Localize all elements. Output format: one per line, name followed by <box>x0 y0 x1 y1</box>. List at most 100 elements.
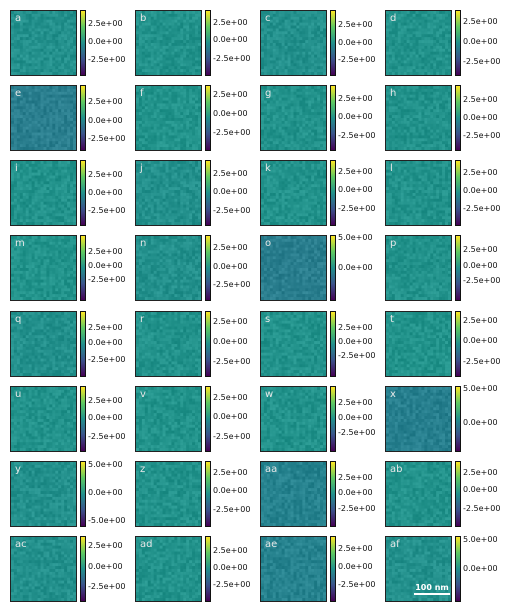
scale-bar: 100 nm <box>414 583 450 595</box>
panel-label: x <box>390 389 396 400</box>
colorbar-tick-label: -2.5e+00 <box>338 130 376 140</box>
colorbar-tick-label: -2.5e+00 <box>88 205 126 215</box>
colorbar <box>455 386 461 452</box>
colorbar-tick-label: -2.5e+00 <box>213 504 251 514</box>
colorbar-tick-label: 2.5e+00 <box>338 472 373 482</box>
panel-label: ab <box>390 464 403 475</box>
panel-e: e 2.5e+00 0.0e+00 -2.5e+00 <box>0 75 125 151</box>
panel-aa: aa 2.5e+00 0.0e+00 -2.5e+00 <box>250 451 375 527</box>
colorbar-tick-label: 0.0e+00 <box>213 262 248 271</box>
colorbar <box>205 536 211 602</box>
image-noise <box>386 161 451 225</box>
colorbar-tick-label: 0.0e+00 <box>88 115 123 125</box>
panel-image: h <box>385 85 452 151</box>
colorbar-tick-label: -2.5e+00 <box>213 580 251 590</box>
colorbar <box>330 160 336 226</box>
colorbar-tick-label: 0.0e+00 <box>213 336 248 346</box>
colorbar-tick-label: 0.0e+00 <box>463 260 498 270</box>
panel-image: n <box>135 235 202 301</box>
panel-label: s <box>265 314 271 325</box>
colorbar-tick-label: 2.5e+00 <box>213 90 248 100</box>
panel-h: h 2.5e+00 0.0e+00 -2.5e+00 <box>375 75 500 151</box>
panel-n: n 2.5e+00 0.0e+00 -2.5e+00 <box>125 225 250 301</box>
colorbar <box>330 461 336 527</box>
panel-grid: a 2.5e+00 0.0e+00 -2.5e+00 b 2.5e+00 0.0e+00 -2… <box>0 0 511 614</box>
panel-label: f <box>140 88 144 99</box>
panel-image: g <box>260 85 327 151</box>
colorbar-tick-label: -2.5e+00 <box>463 276 501 286</box>
panel-image: r <box>135 311 202 377</box>
panel-label: i <box>15 163 18 174</box>
image-noise <box>261 312 326 376</box>
colorbar-tick-label: -2.5e+00 <box>463 356 501 366</box>
panel-image: b <box>135 10 202 76</box>
panel-v: v 2.5e+00 0.0e+00 -2.5e+00 <box>125 376 250 452</box>
image-noise <box>136 462 201 526</box>
colorbar <box>80 10 86 76</box>
colorbar-tick-label: 0.0e+00 <box>463 336 498 346</box>
colorbar-tick-label: -2.5e+00 <box>338 427 376 437</box>
colorbar-tick-label: 2.5e+00 <box>88 322 123 332</box>
panel-image: m <box>10 235 77 301</box>
colorbar-tick-label: 0.0e+00 <box>463 418 498 428</box>
colorbar-tick-label: 0.0e+00 <box>463 484 498 494</box>
panel-image: w <box>260 386 327 452</box>
colorbar-tick-label: -5.0e+00 <box>88 516 126 526</box>
panel-c: c 2.5e+00 0.0e+00 -2.5e+00 <box>250 0 375 76</box>
panel-label: y <box>15 464 21 475</box>
colorbar-tick-label: 5.0e+00 <box>338 233 373 243</box>
colorbar-tick-label: 2.5e+00 <box>463 94 498 104</box>
panel-image: y <box>10 461 77 527</box>
colorbar-tick-label: 2.5e+00 <box>213 243 248 253</box>
colorbar <box>205 160 211 226</box>
colorbar-tick-label: -2.5e+00 <box>463 203 501 213</box>
colorbar-tick-label: 0.0e+00 <box>338 185 373 195</box>
panel-label: u <box>15 389 22 400</box>
colorbar <box>80 235 86 301</box>
panel-label: o <box>265 238 272 249</box>
panel-image: k <box>260 160 327 226</box>
panel-image: u <box>10 386 77 452</box>
panel-image: l <box>385 160 452 226</box>
colorbar-tick-label: 5.0e+00 <box>463 534 498 544</box>
colorbar-tick-label: 2.5e+00 <box>213 17 248 27</box>
colorbar-tick-label: 2.5e+00 <box>213 316 248 326</box>
colorbar-tick-label: 0.0e+00 <box>338 37 373 47</box>
image-noise <box>386 312 451 376</box>
colorbar-tick-label: 0.0e+00 <box>88 561 123 571</box>
panel-ad: ad 2.5e+00 0.0e+00 -2.5e+00 <box>125 526 250 602</box>
panel-image: q <box>10 311 77 377</box>
colorbar <box>330 85 336 151</box>
colorbar-tick-label: 2.5e+00 <box>338 20 373 30</box>
colorbar <box>205 10 211 76</box>
colorbar-tick-label: 0.0e+00 <box>213 35 248 45</box>
colorbar-tick-label: -2.5e+00 <box>213 279 251 289</box>
panel-image: e <box>10 85 77 151</box>
panel-image: s <box>260 311 327 377</box>
panel-u: u 2.5e+00 0.0e+00 -2.5e+00 <box>0 376 125 452</box>
panel-image: z <box>135 461 202 527</box>
colorbar <box>80 311 86 377</box>
panel-label: j <box>140 163 143 174</box>
panel-j: j 2.5e+00 0.0e+00 -2.5e+00 <box>125 150 250 226</box>
colorbar-tick-label: 0.0e+00 <box>338 488 373 497</box>
image-noise <box>136 161 201 225</box>
colorbar <box>80 386 86 452</box>
colorbar-tick-label: 0.0e+00 <box>338 263 373 273</box>
colorbar-tick-label: 0.0e+00 <box>338 336 373 346</box>
colorbar-tick-label: 0.0e+00 <box>463 112 498 122</box>
panel-f: f 2.5e+00 0.0e+00 -2.5e+00 <box>125 75 250 151</box>
panel-image: a <box>10 10 77 76</box>
colorbar-tick-label: 2.5e+00 <box>463 17 498 27</box>
colorbar-tick-label: 5.0e+00 <box>88 459 123 469</box>
panel-ab: ab 2.5e+00 0.0e+00 -2.5e+00 <box>375 451 500 527</box>
colorbar-tick-label: 2.5e+00 <box>213 546 248 556</box>
panel-label: l <box>390 163 393 174</box>
colorbar <box>80 160 86 226</box>
panel-label: ac <box>15 539 27 550</box>
panel-image: aa <box>260 461 327 527</box>
colorbar-tick-label: 2.5e+00 <box>88 246 123 256</box>
panel-b: b 2.5e+00 0.0e+00 -2.5e+00 <box>125 0 250 76</box>
colorbar-tick-label: 2.5e+00 <box>338 322 373 332</box>
panel-label: ae <box>265 539 278 550</box>
